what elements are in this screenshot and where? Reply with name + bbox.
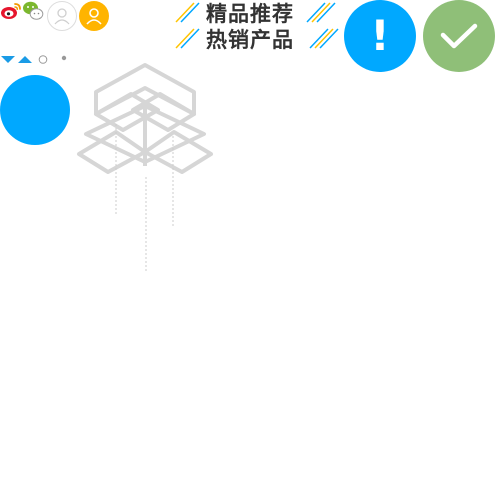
heading-stripes-right-icon: [305, 0, 339, 26]
alert-mark: !: [370, 11, 390, 60]
empty-box-icon: [76, 62, 216, 274]
alert-icon[interactable]: !: [344, 0, 416, 72]
weibo-icon[interactable]: [0, 0, 22, 22]
heading-stripes-left-icon: [174, 0, 206, 26]
heading-stripes-left-icon: [174, 26, 206, 52]
user-avatar-icon[interactable]: [79, 1, 109, 31]
bestseller-heading: 热销产品: [206, 28, 294, 52]
carousel-indicators: [0, 52, 72, 66]
dot-outline-icon: [38, 55, 48, 64]
dot-filled-icon: [61, 55, 67, 61]
default-avatar-icon[interactable]: [47, 1, 77, 31]
arrow-up-icon: [18, 56, 32, 63]
featured-heading: 精品推荐: [206, 2, 294, 26]
sprite-sheet: 精品推荐 热销产品 !: [0, 0, 500, 500]
arrow-down-icon: [1, 56, 15, 63]
check-icon[interactable]: [423, 0, 495, 72]
heading-stripes-right-icon: [308, 26, 342, 52]
blue-circle-icon: [0, 75, 70, 145]
wechat-icon[interactable]: [22, 0, 44, 22]
